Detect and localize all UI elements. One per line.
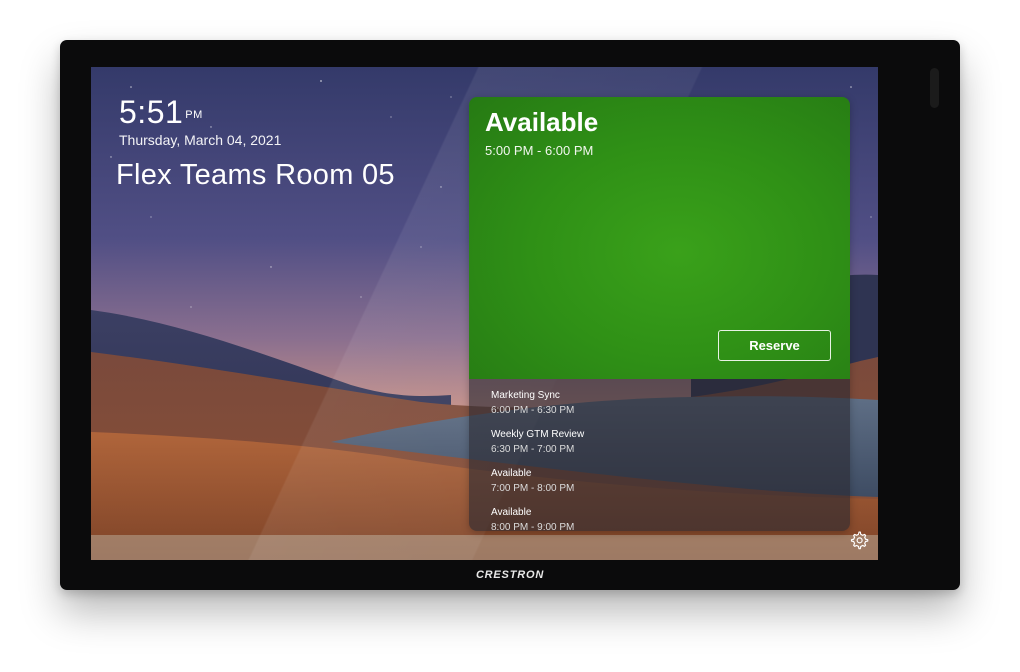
- schedule-item[interactable]: Available 8:00 PM - 9:00 PM: [491, 506, 574, 531]
- room-status-panel: Available 5:00 PM - 6:00 PM Reserve Mark…: [469, 97, 850, 531]
- clock-time-value: 5:51: [119, 94, 184, 130]
- status-card: Available 5:00 PM - 6:00 PM Reserve: [469, 97, 850, 379]
- gear-icon[interactable]: [849, 530, 869, 550]
- schedule-item-title: Marketing Sync: [491, 390, 560, 401]
- schedule-item-time: 6:30 PM - 7:00 PM: [491, 444, 575, 455]
- touch-screen: 5:51 PM Thursday, March 04, 2021 Flex Tea…: [91, 67, 878, 560]
- clock-ampm: PM: [185, 109, 203, 121]
- schedule-item-title: Available: [491, 468, 532, 479]
- schedule-list[interactable]: Marketing Sync 6:00 PM - 6:30 PM Weekly …: [469, 379, 850, 531]
- status-title: Available: [485, 107, 599, 137]
- schedule-item-time: 8:00 PM - 9:00 PM: [491, 522, 575, 531]
- clock-time: 5:51 PM: [119, 95, 281, 129]
- schedule-item[interactable]: Weekly GTM Review 6:30 PM - 7:00 PM: [491, 428, 584, 456]
- device-sensor: [930, 68, 939, 108]
- clock-date: Thursday, March 04, 2021: [119, 132, 282, 148]
- room-name: Flex Teams Room 05: [116, 159, 395, 191]
- schedule-item-time: 6:00 PM - 6:30 PM: [491, 405, 575, 416]
- schedule-item[interactable]: Available 7:00 PM - 8:00 PM: [491, 467, 574, 495]
- status-time-range: 5:00 PM - 6:00 PM: [485, 143, 594, 158]
- clock-block: 5:51 PM Thursday, March 04, 2021: [119, 95, 281, 148]
- reserve-button[interactable]: Reserve: [718, 330, 831, 361]
- schedule-item-title: Weekly GTM Review: [491, 429, 585, 440]
- schedule-item[interactable]: Marketing Sync 6:00 PM - 6:30 PM: [491, 389, 574, 417]
- schedule-item-time: 7:00 PM - 8:00 PM: [491, 483, 575, 494]
- brand-logo: CRESTRON: [475, 569, 545, 581]
- schedule-item-title: Available: [491, 507, 532, 518]
